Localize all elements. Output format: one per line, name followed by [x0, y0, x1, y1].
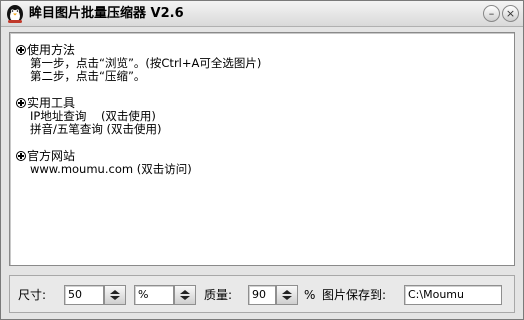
expand-icon[interactable]	[16, 151, 26, 161]
section-website-title: 官方网站	[27, 149, 76, 163]
save-path-input[interactable]: C:\Moumu	[404, 285, 502, 305]
penguin-icon	[7, 5, 23, 23]
section-tools-title: 实用工具	[27, 96, 76, 110]
title-bar[interactable]: 眸目图片批量压缩器 V2.6 – ×	[1, 1, 523, 27]
section-usage: 使用方法 第一步，点击“浏览”。(按Ctrl+A可全选图片) 第二步，点击“压缩…	[16, 43, 261, 83]
minimize-button[interactable]: –	[483, 5, 500, 22]
size-spinner[interactable]	[104, 285, 126, 305]
size-input[interactable]: 50	[64, 285, 104, 305]
quality-percent-label: %	[304, 288, 316, 302]
size-label: 尺寸:	[18, 288, 47, 302]
help-panel: 使用方法 第一步，点击“浏览”。(按Ctrl+A可全选图片) 第二步，点击“压缩…	[9, 32, 515, 266]
section-usage-title: 使用方法	[27, 43, 76, 57]
usage-step-2: 第二步，点击“压缩”。	[30, 69, 146, 83]
section-tools: 实用工具 IP地址查询 (双击使用) 拼音/五笔查询 (双击使用)	[16, 96, 162, 136]
save-location-label: 图片保存到:	[322, 288, 387, 302]
close-button[interactable]: ×	[502, 5, 519, 22]
pinyin-wubi-lookup-item[interactable]: 拼音/五笔查询 (双击使用)	[16, 123, 162, 136]
section-website: 官方网站 www.moumu.com (双击访问)	[16, 149, 192, 176]
expand-icon[interactable]	[16, 45, 26, 55]
unit-spinner[interactable]	[174, 285, 196, 305]
section-tools-heading[interactable]: 实用工具	[16, 96, 162, 110]
section-usage-heading[interactable]: 使用方法	[16, 43, 261, 57]
app-window: 眸目图片批量压缩器 V2.6 – × 使用方法 第一步，点击“浏览”。(按Ctr…	[0, 0, 524, 320]
settings-bar: 尺寸: 50 % 质量: 90 % 图片保存到: C:\Moumu	[9, 275, 515, 313]
expand-icon[interactable]	[16, 98, 26, 108]
window-title: 眸目图片批量压缩器 V2.6	[29, 6, 184, 21]
quality-spinner[interactable]	[276, 285, 298, 305]
section-website-heading[interactable]: 官方网站	[16, 149, 192, 163]
quality-input[interactable]: 90	[248, 285, 276, 305]
quality-label: 质量:	[204, 288, 233, 302]
website-link[interactable]: www.moumu.com (双击访问)	[16, 163, 192, 176]
unit-select[interactable]: %	[134, 285, 174, 305]
